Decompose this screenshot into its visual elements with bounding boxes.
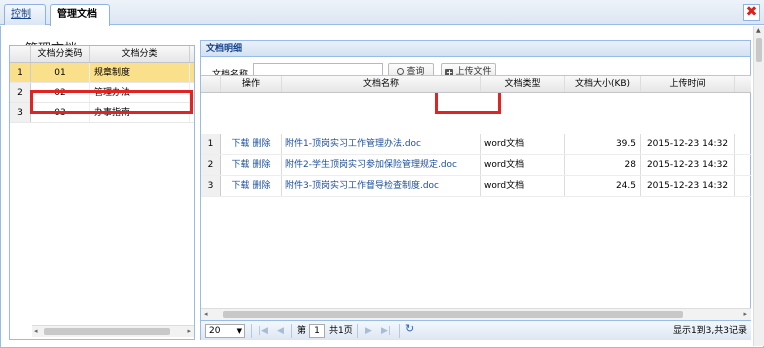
tab-manage-docs-label: 管理文档 xyxy=(57,9,97,20)
search-icon xyxy=(397,68,405,75)
doc-size: 24.5 xyxy=(565,176,641,196)
upload-time: 2015-12-23 14:32 xyxy=(641,176,735,196)
main-vertical-scrollbar[interactable]: ▲ xyxy=(753,26,764,346)
row-number: 1 xyxy=(10,63,31,82)
row-number: 2 xyxy=(201,155,221,175)
tab-bar: 控制台 管理文档× ✖ xyxy=(0,0,764,39)
row-number: 2 xyxy=(10,83,31,102)
table-row[interactable]: 3 下载 删除 附件3-顶岗实习工作督导检查制度.doc word文档 24.5… xyxy=(201,176,751,197)
category-code: 03 xyxy=(31,103,90,122)
table-row[interactable]: 1 下载 删除 附件1-顶岗实习工作管理办法.doc word文档 39.5 2… xyxy=(201,134,751,155)
category-code: 02 xyxy=(31,83,90,102)
document-grid-header: 操作 文档名称 文档类型 文档大小(KB) 上传时间 xyxy=(201,75,751,93)
first-page-icon[interactable]: |◀ xyxy=(258,325,268,337)
tab-manage-docs[interactable]: 管理文档× xyxy=(50,4,110,39)
page-total: 共1页 xyxy=(329,326,353,336)
page-prefix: 第 xyxy=(297,326,307,336)
row-actions: 下载 删除 xyxy=(221,155,282,175)
row-number: 1 xyxy=(201,134,221,154)
download-link[interactable]: 下载 xyxy=(232,181,250,191)
column-header-doc-size[interactable]: 文档大小(KB) xyxy=(565,76,641,92)
row-number: 3 xyxy=(201,176,221,196)
pager-separator xyxy=(251,324,252,338)
scroll-right-icon[interactable]: ▸ xyxy=(743,310,747,318)
column-header-action[interactable]: 操作 xyxy=(221,76,282,92)
delete-link[interactable]: 删除 xyxy=(252,181,270,191)
scroll-up-icon[interactable]: ▲ xyxy=(756,27,761,34)
prev-page-icon[interactable]: ◀ xyxy=(277,325,284,337)
close-icon[interactable]: ✖ xyxy=(743,4,760,21)
doc-type: word文档 xyxy=(481,176,565,196)
pager-separator xyxy=(399,324,400,338)
category-grid: 文档分类码 文档分类 1 01 规章制度 2 02 管理办法 3 03 办事指南… xyxy=(9,45,195,340)
page-size-value: 20 xyxy=(209,326,221,336)
scroll-thumb[interactable] xyxy=(223,311,683,318)
document-horizontal-scrollbar[interactable]: ◂ ▸ xyxy=(201,308,751,320)
next-page-icon[interactable]: ▶ xyxy=(365,325,372,337)
column-header-doc-name[interactable]: 文档名称 xyxy=(282,76,481,92)
category-name: 规章制度 xyxy=(90,63,190,82)
row-filler xyxy=(735,134,751,154)
doc-type: word文档 xyxy=(481,134,565,154)
category-name: 办事指南 xyxy=(90,103,190,122)
category-row[interactable]: 1 01 规章制度 xyxy=(10,63,194,83)
scroll-thumb[interactable] xyxy=(756,38,762,62)
record-info: 显示1到3,共3记录 xyxy=(672,326,747,336)
category-horizontal-scrollbar[interactable]: ◂ ▸ xyxy=(32,325,194,337)
doc-name: 附件3-顶岗实习工作督导检查制度.doc xyxy=(282,176,481,196)
category-code: 01 xyxy=(31,63,90,82)
row-filler xyxy=(735,155,751,175)
page-number-input[interactable]: 1 xyxy=(309,324,325,338)
tab-console[interactable]: 控制台 xyxy=(4,4,46,39)
pager-separator xyxy=(357,324,358,338)
upload-time: 2015-12-23 14:32 xyxy=(641,134,735,154)
row-number-header xyxy=(201,76,221,92)
upload-time: 2015-12-23 14:32 xyxy=(641,155,735,175)
column-header-category-name[interactable]: 文档分类 xyxy=(90,46,190,62)
column-header-doc-type[interactable]: 文档类型 xyxy=(481,76,565,92)
doc-size: 28 xyxy=(565,155,641,175)
column-header-upload-time[interactable]: 上传时间 xyxy=(641,76,735,92)
scroll-right-icon[interactable]: ▸ xyxy=(187,327,191,335)
row-number-header xyxy=(10,46,31,62)
scroll-left-icon[interactable]: ◂ xyxy=(34,327,38,335)
delete-link[interactable]: 删除 xyxy=(252,160,270,170)
category-grid-header: 文档分类码 文档分类 xyxy=(10,46,194,63)
delete-link[interactable]: 删除 xyxy=(252,139,270,149)
panel-title: 文档明细 xyxy=(201,41,750,57)
pagination-bar: 20 ▼ |◀ ◀ 第 1 共1页 ▶ ▶| ↻ 显示1到3,共3记录 xyxy=(201,320,751,340)
category-name: 管理办法 xyxy=(90,83,190,102)
column-header-category-code[interactable]: 文档分类码 xyxy=(31,46,90,62)
row-number: 3 xyxy=(10,103,31,122)
category-row[interactable]: 2 02 管理办法 xyxy=(10,83,194,103)
download-link[interactable]: 下载 xyxy=(232,160,250,170)
scroll-left-icon[interactable]: ◂ xyxy=(204,310,208,318)
last-page-icon[interactable]: ▶| xyxy=(381,325,391,337)
scroll-thumb[interactable] xyxy=(44,328,170,335)
refresh-icon[interactable]: ↻ xyxy=(405,323,414,335)
doc-size: 39.5 xyxy=(565,134,641,154)
category-row[interactable]: 3 03 办事指南 xyxy=(10,103,194,123)
row-actions: 下载 删除 xyxy=(221,176,282,196)
chevron-down-icon: ▼ xyxy=(236,327,242,335)
doc-name: 附件1-顶岗实习工作管理办法.doc xyxy=(282,134,481,154)
table-row[interactable]: 2 下载 删除 附件2-学生顶岗实习参加保险管理规定.doc word文档 28… xyxy=(201,155,751,176)
doc-name: 附件2-学生顶岗实习参加保险管理规定.doc xyxy=(282,155,481,175)
header-filler xyxy=(735,76,751,92)
pager-separator xyxy=(291,324,292,338)
row-actions: 下载 删除 xyxy=(221,134,282,154)
doc-type: word文档 xyxy=(481,155,565,175)
download-link[interactable]: 下载 xyxy=(232,139,250,149)
row-filler xyxy=(735,176,751,196)
page-size-select[interactable]: 20 ▼ xyxy=(205,324,245,338)
